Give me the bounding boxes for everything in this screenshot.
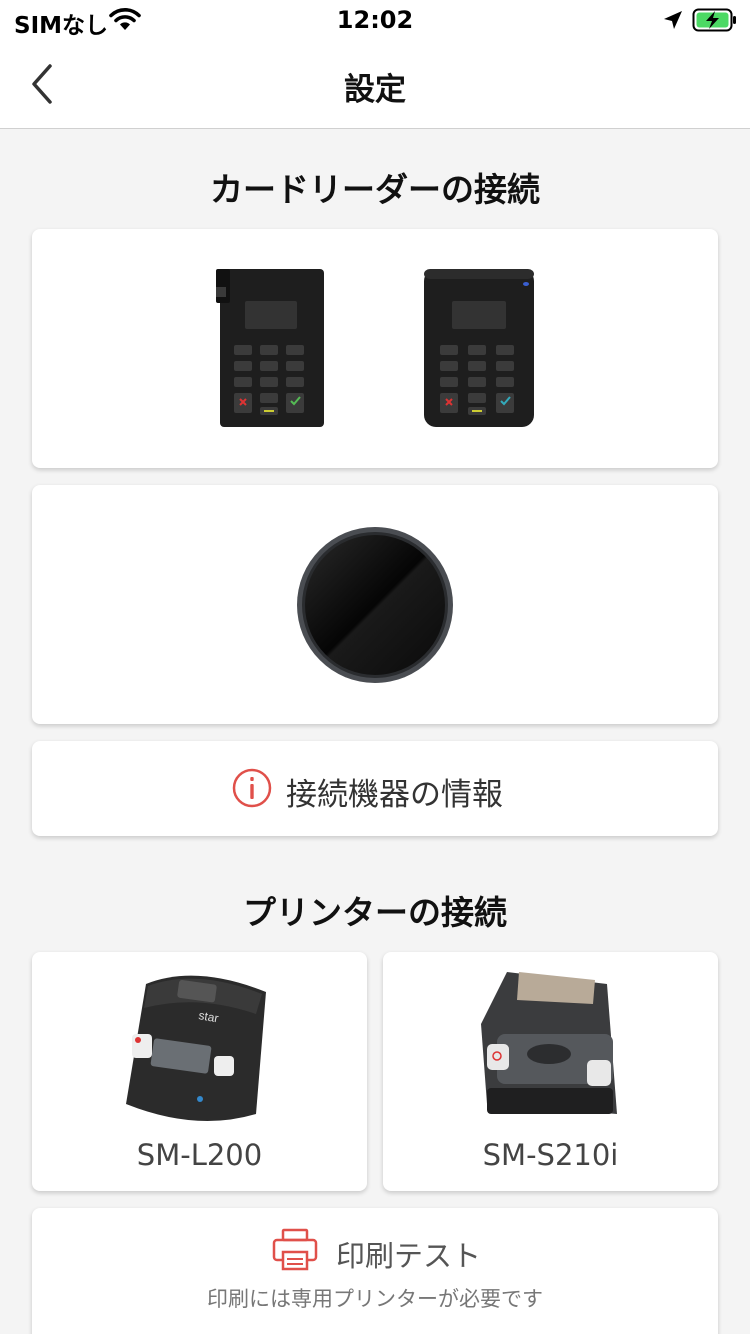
info-circle-icon [232, 768, 272, 808]
round-reader-card [32, 485, 718, 724]
printer-option-sm-l200[interactable]: star SM-L200 [32, 952, 367, 1191]
printer-sm-s210i-label: SM-S210i [482, 1138, 619, 1172]
battery-charging-icon [692, 8, 736, 32]
device-info-button[interactable]: 接続機器の情報 [32, 741, 718, 836]
print-test-note: 印刷には専用プリンターが必要です [207, 1287, 543, 1311]
status-bar: SIMなし 12:02 [0, 0, 750, 42]
printer-option-sm-s210i[interactable]: SM-S210i [383, 952, 718, 1191]
printer-sm-l200-label: SM-L200 [136, 1138, 263, 1172]
print-test-button[interactable]: 印刷テスト 印刷には専用プリンターが必要です [32, 1208, 718, 1334]
clock: 12:02 [336, 6, 414, 34]
round-tap-reader-image[interactable] [295, 525, 455, 685]
navigation-bar: 設定 [0, 42, 750, 129]
printer-icon [272, 1228, 318, 1271]
card-reader-section-title: カードリーダーの接続 [210, 170, 540, 209]
printer-section-title: プリンターの接続 [243, 893, 507, 932]
keypad-card-reader-image[interactable] [214, 267, 328, 430]
print-test-label: 印刷テスト [336, 1239, 482, 1273]
location-arrow-icon [664, 11, 682, 29]
page-title: 設定 [344, 72, 406, 108]
keypad-card-reader-rounded-image[interactable] [422, 267, 536, 430]
printer-sm-s210i-image [481, 972, 617, 1114]
printer-sm-l200-image: star [126, 975, 266, 1122]
card-reader-options-card [32, 229, 718, 468]
device-info-label: 接続機器の情報 [286, 777, 503, 813]
